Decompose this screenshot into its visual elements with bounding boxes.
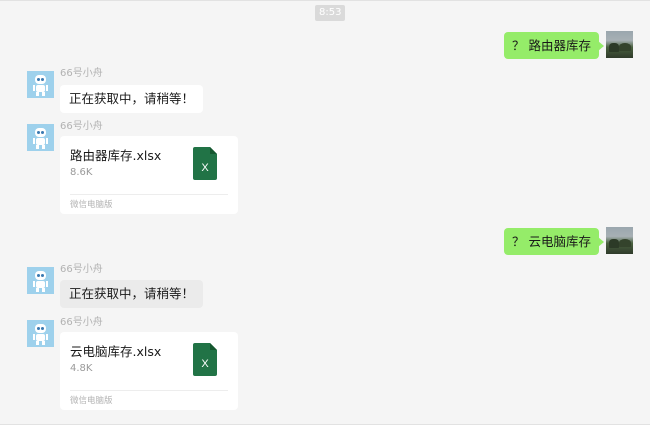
robot-avatar-icon[interactable] [27, 124, 54, 151]
excel-file-icon: X [193, 343, 217, 376]
file-name: 云电脑库存.xlsx [70, 344, 162, 359]
file-message-card[interactable]: 云电脑库存.xlsx 4.8K X 微信电脑版 [60, 332, 238, 410]
sender-name: 66号小舟 [60, 317, 103, 328]
robot-avatar-icon[interactable] [27, 267, 54, 294]
file-source-label: 微信电脑版 [70, 200, 113, 210]
divider [70, 194, 228, 195]
excel-icon-letter: X [201, 358, 209, 370]
user-avatar-icon[interactable] [606, 31, 633, 58]
sender-name: 66号小舟 [60, 121, 103, 132]
robot-avatar-icon[interactable] [27, 71, 54, 98]
divider [70, 390, 228, 391]
sent-message-bubble[interactable]: ？ 云电脑库存 [504, 228, 604, 255]
file-message-card[interactable]: 路由器库存.xlsx 8.6K X 微信电脑版 [60, 136, 238, 214]
received-message-bubble[interactable]: 正在获取中，请稍等！ [60, 280, 204, 308]
sender-name: 66号小舟 [60, 68, 103, 79]
excel-icon-letter: X [201, 162, 209, 174]
excel-file-icon: X [193, 147, 217, 180]
received-message-bubble[interactable]: 正在获取中，请稍等！ [60, 85, 204, 113]
file-size: 8.6K [70, 167, 93, 178]
chat-window: 8:53 ？ 路由器库存 66号小舟 正在获取中，请稍等！ 66号小舟 路由器库… [0, 0, 650, 425]
timestamp: 8:53 [315, 5, 346, 21]
sent-message-bubble[interactable]: ？ 路由器库存 [504, 32, 604, 59]
file-name: 路由器库存.xlsx [70, 148, 162, 163]
sender-name: 66号小舟 [60, 264, 103, 275]
file-size: 4.8K [70, 363, 93, 374]
robot-avatar-icon[interactable] [27, 320, 54, 347]
file-source-label: 微信电脑版 [70, 396, 113, 406]
user-avatar-icon[interactable] [606, 227, 633, 254]
